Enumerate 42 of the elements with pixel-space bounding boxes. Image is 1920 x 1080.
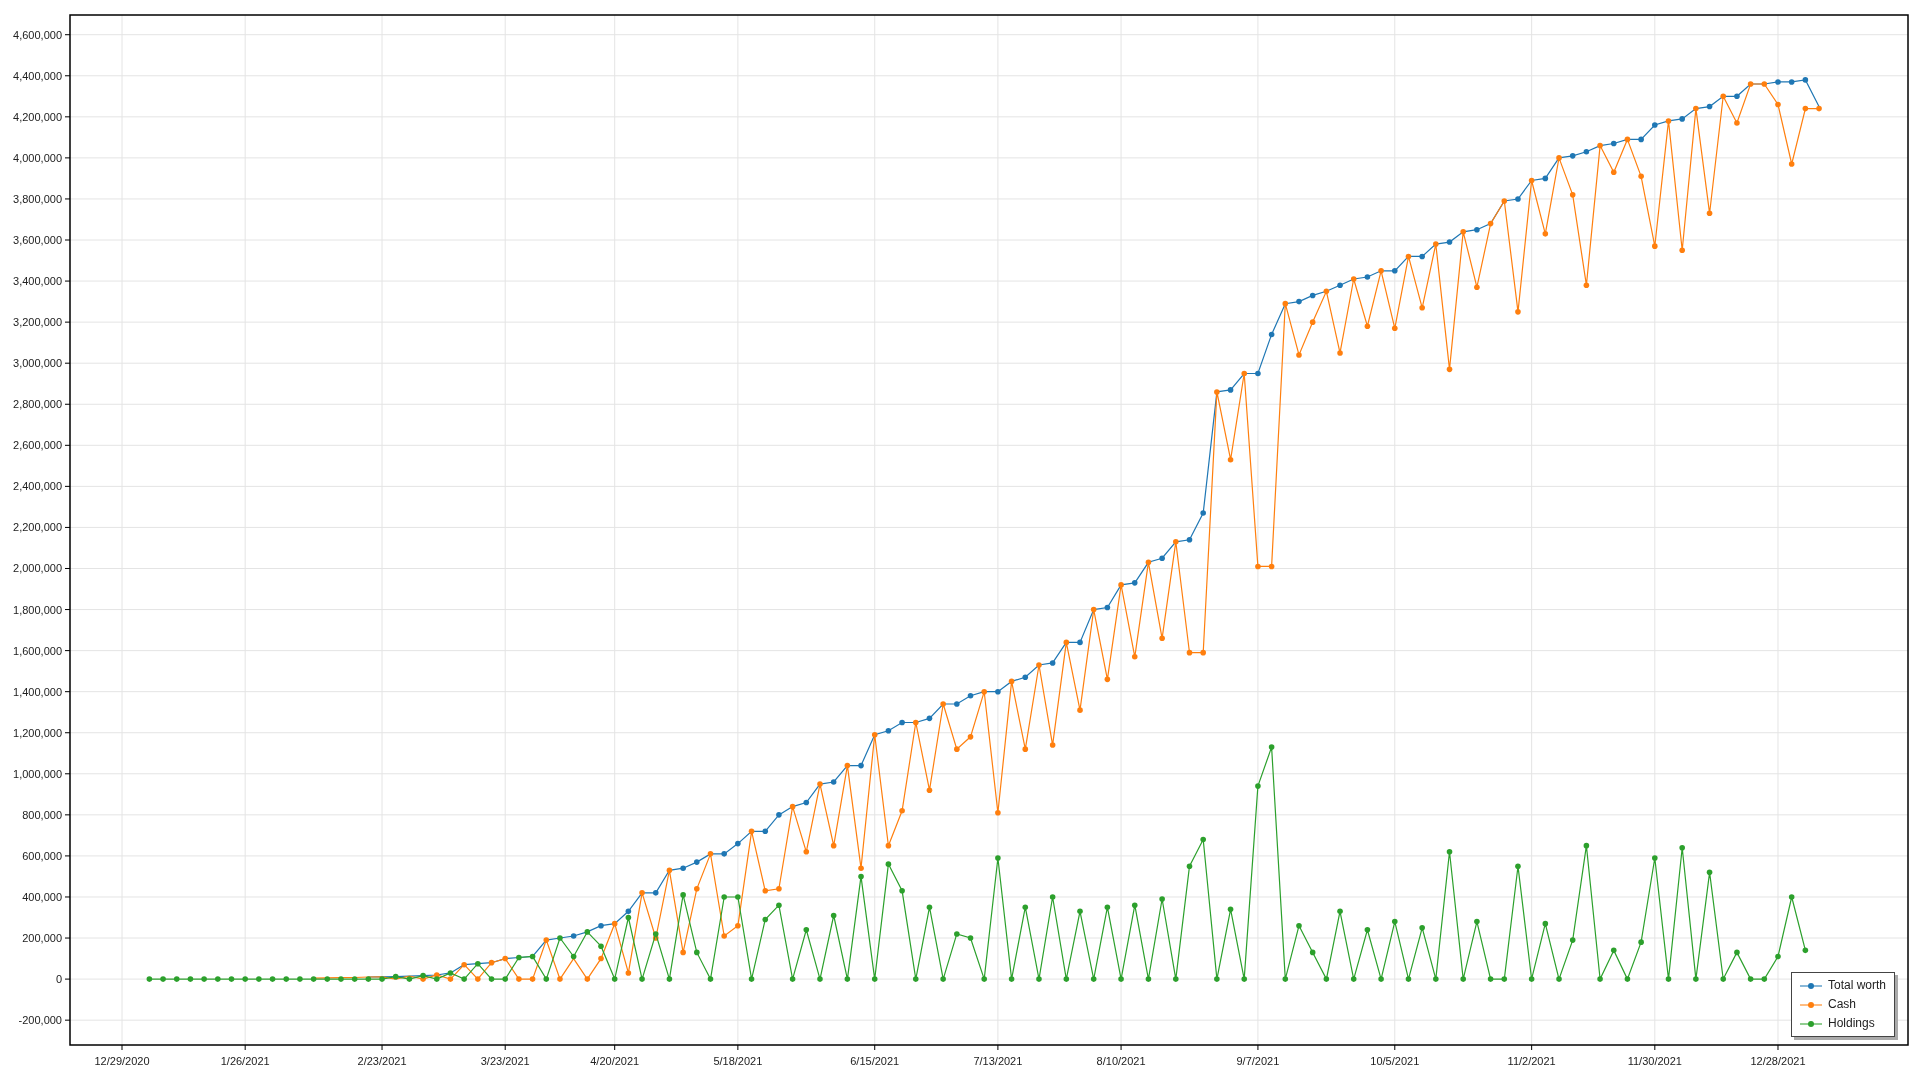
y-axis-label: 3,400,000 xyxy=(13,275,62,288)
y-axis-label: 1,600,000 xyxy=(13,644,62,657)
y-axis-label: 1,200,000 xyxy=(13,726,62,739)
y-axis-label: 2,800,000 xyxy=(13,398,62,411)
y-axis-label: 2,200,000 xyxy=(13,521,62,534)
y-axis-label: 4,400,000 xyxy=(13,69,62,82)
x-axis-label: 11/2/2021 xyxy=(1507,1055,1556,1067)
y-axis-label: 4,200,000 xyxy=(13,110,62,123)
legend-label: Cash xyxy=(1828,997,1856,1012)
x-axis-label: 8/10/2021 xyxy=(1096,1055,1146,1067)
y-axis-label: 1,800,000 xyxy=(13,603,62,616)
y-axis-label: 600,000 xyxy=(22,849,62,862)
x-axis-label: 1/26/2021 xyxy=(220,1055,270,1067)
y-axis-label: 2,400,000 xyxy=(13,480,62,493)
x-axis-label: 10/5/2021 xyxy=(1370,1055,1420,1067)
x-axis-label: 6/15/2021 xyxy=(850,1055,900,1067)
y-axis-label: 1,000,000 xyxy=(13,767,62,780)
x-axis-label: 12/29/2020 xyxy=(94,1055,150,1067)
y-axis-label: 1,400,000 xyxy=(13,685,62,698)
y-axis-label: 2,600,000 xyxy=(13,439,62,452)
legend-label: Holdings xyxy=(1828,1016,1875,1031)
y-axis-label: 800,000 xyxy=(22,808,62,821)
y-axis-label: 0 xyxy=(55,973,62,986)
y-axis-label: 3,600,000 xyxy=(13,234,62,246)
x-axis-label: 4/20/2021 xyxy=(590,1055,640,1067)
x-axis-label: 2/23/2021 xyxy=(357,1055,407,1067)
x-axis-label: 12/28/2021 xyxy=(1750,1055,1806,1067)
y-axis-label: 2,000,000 xyxy=(13,562,62,575)
y-axis-label: 3,200,000 xyxy=(13,316,62,329)
x-axis-label: 3/23/2021 xyxy=(480,1055,530,1067)
y-axis-label: 4,600,000 xyxy=(13,28,62,41)
y-axis-label: 200,000 xyxy=(22,932,62,945)
legend-label: Total worth xyxy=(1828,978,1887,993)
x-axis-label: 11/30/2021 xyxy=(1627,1055,1682,1067)
y-axis-label: 4,000,000 xyxy=(13,151,62,164)
x-axis-label: 5/18/2021 xyxy=(713,1055,763,1067)
y-axis-label: -200,000 xyxy=(18,1014,62,1027)
y-axis-label: 3,800,000 xyxy=(13,192,62,205)
x-axis-label: 9/7/2021 xyxy=(1236,1055,1280,1067)
y-axis-label: 400,000 xyxy=(22,891,62,903)
x-axis-label: 7/13/2021 xyxy=(973,1055,1023,1067)
y-axis-label: 3,000,000 xyxy=(13,357,62,370)
